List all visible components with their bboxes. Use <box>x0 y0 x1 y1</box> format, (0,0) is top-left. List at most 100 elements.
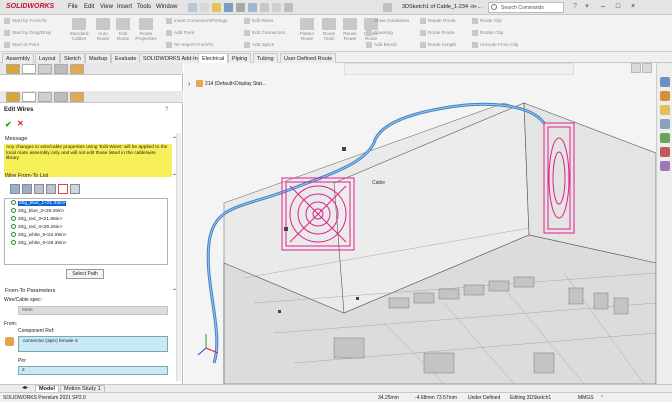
tab-scroll-arrows-icon[interactable]: ◂▸ <box>22 384 29 392</box>
route-route-button[interactable]: Route Route <box>420 30 454 36</box>
wire-from-to-list[interactable]: 20g_blue_1<21.33in> 20g_blue_2<29.26in> … <box>4 198 168 265</box>
tab-assembly[interactable]: Assembly <box>2 53 34 63</box>
viewport-close-icon[interactable] <box>642 63 652 73</box>
panel-scrollbar[interactable] <box>176 133 181 381</box>
tab-piping[interactable]: Piping <box>228 53 252 63</box>
unroute-from-clip-button[interactable]: Unroute From Clip <box>472 42 518 48</box>
delete-wire-icon[interactable] <box>46 184 56 194</box>
ok-checkmark-icon[interactable]: ✔ <box>5 120 12 129</box>
add-splice-button[interactable]: Add Splice <box>244 42 274 48</box>
wire-list-toolbar <box>10 183 90 195</box>
graphics-viewport[interactable]: › 214 (Default<Display Stat... Cable <box>184 63 656 384</box>
repair-route-button[interactable]: Repair Route <box>420 18 456 24</box>
list-item[interactable]: 20g_white_5<22.05in> <box>11 232 67 239</box>
forum-icon[interactable] <box>660 161 670 171</box>
close-button[interactable]: × <box>628 2 638 12</box>
search-input[interactable]: Search Commands <box>488 2 564 13</box>
edit-wires-button[interactable]: Edit Wires <box>244 18 273 24</box>
rebuild-icon[interactable] <box>272 3 281 12</box>
solidworks-resources-icon[interactable] <box>660 77 670 87</box>
edit-wire-icon[interactable] <box>34 184 44 194</box>
menu-view[interactable]: View <box>100 4 113 10</box>
route-length-button[interactable]: Route Length <box>420 42 456 48</box>
tab-electrical[interactable]: Electrical <box>198 53 229 63</box>
start-by-from-to-button[interactable]: Start by From/To <box>4 18 47 24</box>
model-view[interactable] <box>184 63 656 384</box>
design-library-icon[interactable] <box>660 91 670 101</box>
crosshair-icon[interactable] <box>54 92 68 102</box>
menu-window[interactable]: Window <box>156 4 177 10</box>
route-properties-button[interactable]: Route Properties <box>133 18 159 41</box>
tab-evaluate[interactable]: Evaluate <box>111 53 141 63</box>
tab-sketch[interactable]: Sketch <box>60 53 85 63</box>
chevron-down-icon[interactable]: ▾ <box>582 2 592 12</box>
property-icon[interactable] <box>22 92 36 102</box>
help-icon[interactable]: ? <box>165 107 168 113</box>
rotate-clip-button[interactable]: Rotate Clip <box>472 30 503 36</box>
insert-connectors-button[interactable]: Insert Connectors/Fittings <box>166 18 227 24</box>
appearance-icon[interactable] <box>70 92 84 102</box>
property-manager-icon[interactable] <box>22 64 36 74</box>
cancel-x-icon[interactable]: ✕ <box>17 119 24 128</box>
wire-icon <box>11 240 16 245</box>
wire-list-section-header[interactable]: Wire From-To List ⌃ <box>2 173 181 183</box>
show-guidelines-button[interactable]: Show Guidelines <box>366 18 409 24</box>
route-line-icon[interactable] <box>58 184 68 194</box>
add-point-button[interactable]: Add Point <box>166 30 194 36</box>
add-from-file-icon[interactable] <box>22 184 32 194</box>
tab-solidworks-add-ins[interactable]: SOLIDWORKS Add-Ins <box>139 53 205 63</box>
minimize-button[interactable]: – <box>598 2 608 12</box>
custom-properties-icon[interactable] <box>660 147 670 157</box>
status-editing: Editing 3DSketch1 <box>510 395 552 401</box>
chevron-up-icon[interactable]: ⌃ <box>600 395 604 401</box>
menu-file[interactable]: File <box>68 4 78 10</box>
viewport-restore-icon[interactable] <box>631 63 641 73</box>
dimxpert-icon[interactable] <box>54 64 68 74</box>
configuration-manager-icon[interactable] <box>38 64 52 74</box>
list-item[interactable]: 20g_white_6<29.35in> <box>11 240 67 247</box>
save-icon[interactable] <box>224 3 233 12</box>
tab-user-defined-route[interactable]: User Defined Route <box>280 53 337 63</box>
component-ref-field[interactable]: connector (3pin) female-3 <box>18 336 168 352</box>
view-palette-icon[interactable] <box>660 119 670 129</box>
new-document-icon[interactable] <box>200 3 209 12</box>
tab-tubing[interactable]: Tubing <box>253 53 278 63</box>
menu-edit[interactable]: Edit <box>84 4 94 10</box>
feature-manager-icon[interactable] <box>6 64 20 74</box>
list-item[interactable]: 20g_red_4<29.26in> <box>11 224 62 231</box>
add-bends-button[interactable]: Add Bends <box>366 42 397 48</box>
status-units[interactable]: MMGS <box>578 395 594 401</box>
list-item[interactable]: 20g_blue_2<29.26in> <box>11 208 64 215</box>
route-clip-button[interactable]: Route Clip <box>472 18 502 24</box>
list-item[interactable]: 20g_blue_1<21.33in> <box>11 200 67 207</box>
edit-connectors-button[interactable]: Edit Connectors <box>244 30 285 36</box>
add-wire-icon[interactable] <box>10 184 20 194</box>
maximize-button[interactable]: □ <box>613 2 623 12</box>
file-explorer-icon[interactable] <box>660 105 670 115</box>
tab-markup[interactable]: Markup <box>85 53 112 63</box>
pin-field[interactable]: 2 <box>18 366 168 375</box>
appearances-icon[interactable] <box>660 133 670 143</box>
select-icon[interactable] <box>260 3 269 12</box>
unroute-icon[interactable] <box>70 184 80 194</box>
select-path-button[interactable]: Select Path <box>66 269 104 279</box>
help-icon[interactable]: ? <box>570 2 580 12</box>
open-folder-icon[interactable] <box>212 3 221 12</box>
undo-icon[interactable] <box>248 3 257 12</box>
covering-button[interactable]: Covering <box>366 30 393 36</box>
wire-cable-spec-field[interactable]: 9965 <box>18 306 168 315</box>
options-icon[interactable] <box>284 3 293 12</box>
menu-tools[interactable]: Tools <box>137 4 151 10</box>
home-icon[interactable] <box>188 3 197 12</box>
list-item[interactable]: 20g_red_3<21.96in> <box>11 216 62 223</box>
tab-layout[interactable]: Layout <box>35 53 60 63</box>
start-at-point-button[interactable]: Start at Point <box>4 42 39 48</box>
standard-cables-button[interactable]: Standard Cables <box>66 18 92 41</box>
feature-tree-icon[interactable] <box>6 92 20 102</box>
print-icon[interactable] <box>236 3 245 12</box>
config-icon[interactable] <box>38 92 52 102</box>
display-manager-icon[interactable] <box>70 64 84 74</box>
reimport-from-to-button[interactable]: Re-Import From/To <box>166 42 213 48</box>
menu-insert[interactable]: Insert <box>117 4 132 10</box>
start-by-drag-drop-button[interactable]: Start by Drag/Drop <box>4 30 51 36</box>
